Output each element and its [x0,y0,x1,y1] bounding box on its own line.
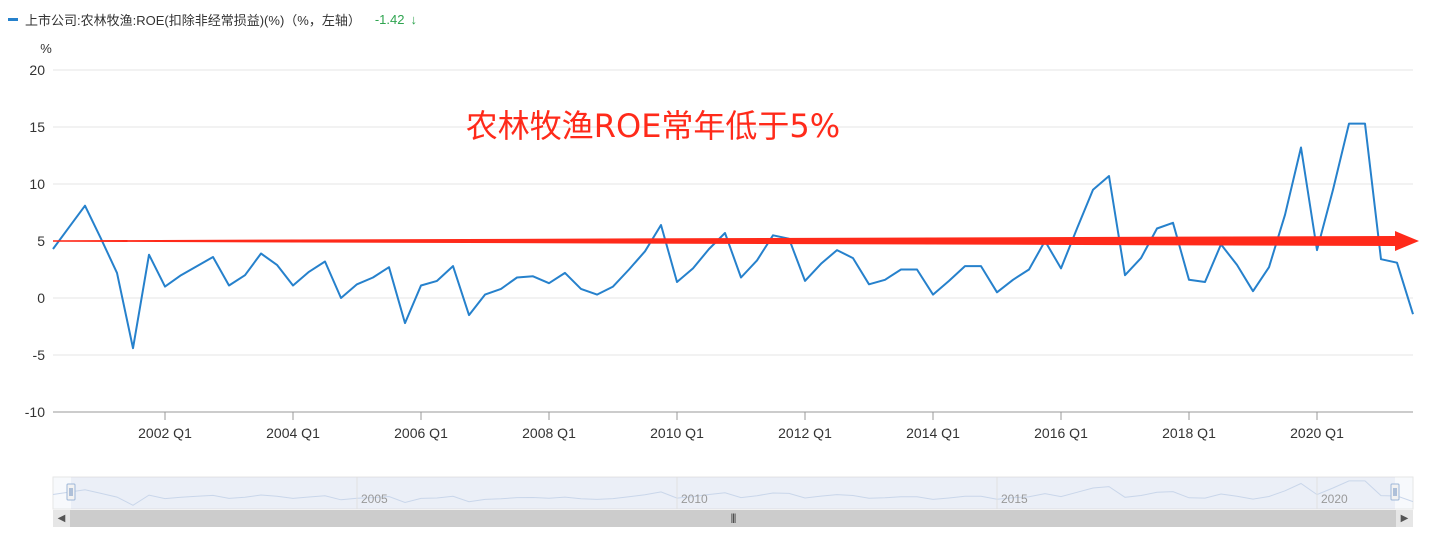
navigator-year-label: 2010 [681,492,708,506]
x-tick-label: 2020 Q1 [1290,425,1344,441]
y-tick-label: 15 [29,119,45,135]
annotation-text: 农林牧渔ROE常年低于5% [466,107,840,145]
navigator-handle-icon [66,483,76,501]
x-tick-label: 2008 Q1 [522,425,576,441]
x-tick-label: 2002 Q1 [138,425,192,441]
series-line-group [52,122,1414,350]
x-tick-label: 2006 Q1 [394,425,448,441]
series-line [52,122,1414,350]
x-tick-label: 2014 Q1 [906,425,960,441]
navigator-handle-icon [1390,483,1400,501]
scroll-left-icon[interactable]: ◀ [53,510,70,527]
navigator-year-label: 2005 [361,492,388,506]
roe-line-chart: -10-505101520 % 2002 Q1 2004 Q1 2006 Q1 200… [25,41,1419,510]
scroll-right-icon[interactable]: ▶ [1396,510,1413,527]
y-axis-unit: % [40,41,52,56]
y-tick-label: 5 [37,233,45,249]
y-tick-label: -5 [33,347,46,363]
x-tick-label: 2004 Q1 [266,425,320,441]
x-tick-label: 2012 Q1 [778,425,832,441]
y-tick-label: 20 [29,62,45,78]
y-tick-label: 0 [37,290,45,306]
navigator-year-label: 2020 [1321,492,1348,506]
y-tick-label: -10 [25,404,45,420]
navigator-selection [71,477,1395,509]
five-percent-arrow [53,231,1419,251]
x-tick-label: 2010 Q1 [650,425,704,441]
horizontal-scrollbar[interactable]: ◀ ||| ▶ [53,510,1413,527]
x-axis: 2002 Q1 2004 Q1 2006 Q1 2008 Q1 2010 Q1 2012 … [138,412,1344,441]
y-tick-label: 10 [29,176,45,192]
y-axis-tick-labels: -10 -5 0 5 10 15 20 [25,62,45,420]
annotation-arrow [53,231,1419,251]
navigator-year-label: 2015 [1001,492,1028,506]
navigator-overview[interactable]: 2005 2010 2015 2020 [52,476,1414,510]
x-tick-label: 2018 Q1 [1162,425,1216,441]
x-tick-label: 2016 Q1 [1034,425,1088,441]
scrollbar-thumb[interactable]: ||| [70,510,1396,527]
